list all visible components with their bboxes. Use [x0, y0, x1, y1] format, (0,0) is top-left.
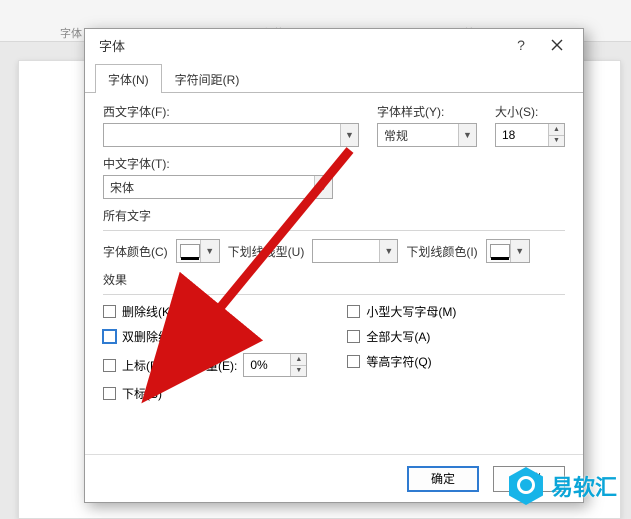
alltext-section-label: 所有文字 — [103, 207, 565, 224]
ok-button[interactable]: 确定 — [407, 466, 479, 492]
tabstrip: 字体(N) 字符间距(R) — [85, 63, 583, 93]
checkbox-allcaps[interactable]: 全部大写(A) — [347, 328, 456, 345]
spin-up-icon[interactable]: ▲ — [549, 124, 564, 136]
underline-style-label: 下划线线型(U) — [228, 243, 305, 260]
help-button[interactable]: ? — [503, 31, 539, 59]
spin-up-icon[interactable]: ▲ — [291, 354, 306, 366]
chevron-down-icon: ▼ — [200, 240, 219, 262]
checkbox-superscript[interactable]: 上标(P) — [103, 357, 162, 374]
offset-label: 偏移量(E): — [182, 357, 237, 374]
divider — [103, 294, 565, 295]
close-icon — [551, 39, 563, 51]
font-dialog: 字体 ? 字体(N) 字符间距(R) 西文字体(F): ▼ 字体样式(Y): 常… — [84, 28, 584, 503]
checkbox-strikethrough[interactable]: 删除线(K) — [103, 303, 307, 320]
spin-down-icon[interactable]: ▼ — [291, 366, 306, 377]
dialog-title: 字体 — [99, 36, 125, 55]
style-label: 字体样式(Y): — [377, 103, 477, 120]
underline-color-label: 下划线颜色(I) — [406, 243, 477, 260]
chevron-down-icon: ▼ — [458, 124, 476, 146]
underline-color-swatch — [490, 244, 510, 258]
size-spinner[interactable]: 18 ▲▼ — [495, 123, 565, 147]
font-color-label: 字体颜色(C) — [103, 243, 168, 260]
checkbox-smallcaps[interactable]: 小型大写字母(M) — [347, 303, 456, 320]
underline-style-combo[interactable]: ▼ — [312, 239, 398, 263]
tab-font[interactable]: 字体(N) — [95, 64, 162, 93]
style-combo[interactable]: 常规 ▼ — [377, 123, 477, 147]
latin-font-label: 西文字体(F): — [103, 103, 359, 120]
underline-color-picker[interactable]: ▼ — [486, 239, 530, 263]
ribbon-group-font: 字体 — [60, 25, 82, 41]
checkbox-subscript[interactable]: 下标(B) — [103, 385, 307, 402]
asian-font-value: 宋体 — [104, 179, 314, 196]
chevron-down-icon: ▼ — [379, 240, 397, 262]
chevron-down-icon: ▼ — [340, 124, 358, 146]
asian-font-label: 中文字体(T): — [103, 155, 565, 172]
offset-value: 0% — [244, 354, 290, 376]
checkbox-equal-height[interactable]: 等高字符(Q) — [347, 353, 456, 370]
offset-spinner[interactable]: 0% ▲▼ — [243, 353, 307, 377]
asian-font-combo[interactable]: 宋体 ▼ — [103, 175, 333, 199]
size-label: 大小(S): — [495, 103, 565, 120]
checkbox-double-strikethrough[interactable]: 双删除线(L) — [103, 328, 307, 345]
effects-section-label: 效果 — [103, 271, 565, 288]
spin-down-icon[interactable]: ▼ — [549, 136, 564, 147]
titlebar: 字体 ? — [85, 29, 583, 61]
tab-spacing[interactable]: 字符间距(R) — [162, 64, 253, 93]
font-color-picker[interactable]: ▼ — [176, 239, 220, 263]
brand-hex-icon — [509, 467, 543, 505]
font-color-swatch — [180, 244, 200, 258]
chevron-down-icon: ▼ — [510, 240, 529, 262]
size-value: 18 — [496, 124, 548, 146]
brand-logo: 易软汇 — [509, 467, 617, 505]
divider — [103, 230, 565, 231]
chevron-down-icon: ▼ — [314, 176, 332, 198]
latin-font-combo[interactable]: ▼ — [103, 123, 359, 147]
brand-text: 易软汇 — [551, 470, 617, 502]
close-button[interactable] — [539, 31, 575, 59]
style-value: 常规 — [378, 127, 458, 144]
